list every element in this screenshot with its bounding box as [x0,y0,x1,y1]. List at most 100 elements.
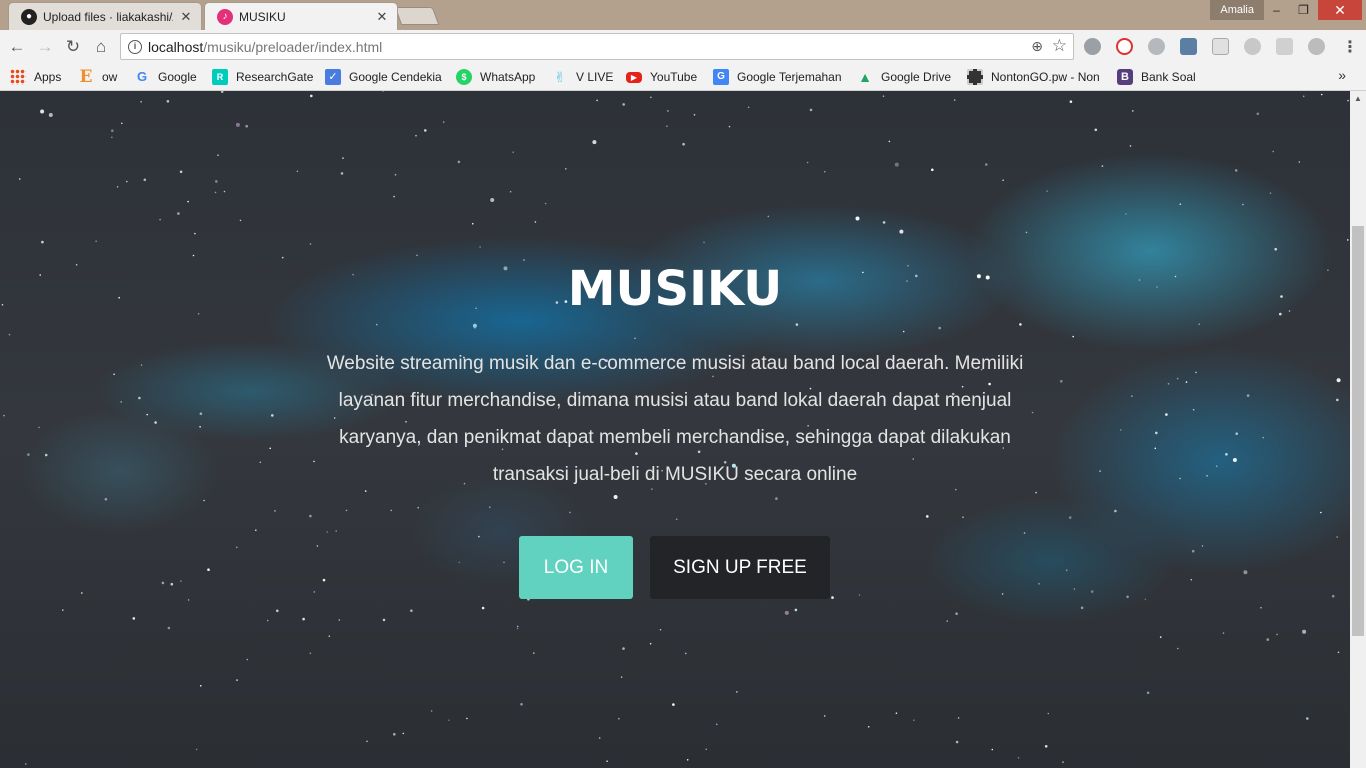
star-dot [269,447,272,450]
star-dot [1119,429,1122,431]
star-dot [736,691,738,693]
login-button[interactable]: LOG IN [519,536,633,599]
star-dot [902,330,905,333]
extension-icon[interactable] [1180,38,1197,55]
info-icon[interactable]: i [128,40,142,54]
star-dot [390,509,393,512]
star-dot [716,723,718,726]
bookmark-google[interactable]: G Google [134,68,197,86]
bookmark-vlive[interactable]: ✌ V LIVE [552,68,613,86]
close-tab-icon[interactable]: ✕ [375,9,389,24]
bookmark-label: V LIVE [576,70,614,84]
star-dot [544,202,547,205]
scroll-up-icon[interactable]: ▲ [1354,94,1362,103]
star-dot [271,414,274,417]
back-icon[interactable]: ← [7,37,27,57]
tab-upload-files[interactable]: ● Upload files · liakakashi/A ✕ [8,2,202,30]
bookmark-label: Google Drive [881,70,952,84]
bookmark-label: Bank Soal [1141,70,1196,84]
extension-icon[interactable] [1148,38,1165,55]
star-dot [1132,110,1134,112]
extension-icon[interactable] [1276,38,1293,55]
star-dot [1179,477,1181,480]
maximize-button[interactable]: ❐ [1290,0,1317,20]
star-dot [382,618,386,622]
bookmark-label: WhatsApp [480,70,536,84]
vlive-icon: ✌ [554,69,566,85]
extension-icon[interactable] [1244,38,1261,55]
star-dot [1336,536,1338,538]
bookmarks-overflow-icon[interactable]: » [1338,67,1346,83]
star-dot [3,414,5,417]
star-dot [824,170,826,173]
star-dot [1073,588,1076,590]
bookmark-apps[interactable]: Apps [10,68,61,86]
extension-icon[interactable] [1116,38,1133,55]
star-dot [1154,447,1157,450]
star-dot [316,545,319,547]
star-dot [534,221,537,223]
star-dot [215,180,218,183]
star-dot [882,95,885,97]
star-dot [622,647,625,650]
star-dot [170,582,174,586]
star-dot [223,190,226,193]
forward-icon[interactable]: → [35,37,55,57]
menu-icon[interactable]: ⋮ [1342,37,1358,57]
extension-icon[interactable] [1084,38,1101,55]
star-dot [622,103,625,106]
star-dot [1320,511,1322,514]
bookmark-ow[interactable]: E ow [78,68,118,86]
star-dot [747,106,750,109]
close-window-button[interactable]: ✕ [1318,0,1362,20]
signup-button[interactable]: SIGN UP FREE [650,536,830,599]
star-dot [448,719,450,721]
star-dot [938,326,941,330]
star-dot [1094,128,1098,132]
star-dot [126,180,128,183]
star-dot [867,726,870,728]
bookmark-whatsapp[interactable]: $ WhatsApp [456,68,535,86]
profile-button[interactable]: Amalia [1210,0,1264,20]
star-dot [666,125,668,127]
star-dot [1195,371,1197,374]
extension-icon[interactable] [1308,38,1325,55]
star-dot [424,129,427,132]
star-dot [309,652,312,655]
star-dot [888,140,891,143]
star-dot [1225,453,1228,456]
bookmark-youtube[interactable]: ▶ YouTube [626,68,697,86]
reload-icon[interactable]: ↻ [63,37,83,57]
star-dot [220,91,224,93]
star-dot [516,625,519,628]
star-dot [120,401,122,403]
star-dot [1144,598,1147,601]
star-dot [1256,112,1260,116]
zoom-icon[interactable]: ⊕ [1031,38,1043,55]
bookmark-google-cendekia[interactable]: ✓ Google Cendekia [325,68,442,86]
url-text[interactable]: localhost/musiku/preloader/index.html [148,39,382,55]
close-tab-icon[interactable]: ✕ [179,9,193,24]
bookmark-bank-soal[interactable]: B Bank Soal [1117,68,1196,86]
star-dot [345,509,348,512]
star-dot [1192,408,1195,411]
star-dot [809,108,813,112]
scrollbar-thumb[interactable] [1352,226,1364,636]
extension-icon[interactable] [1212,38,1229,55]
bookmark-researchgate[interactable]: R ResearchGate [212,68,313,86]
bookmark-star-icon[interactable]: ☆ [1052,36,1067,56]
star-dot [659,628,662,631]
tab-musiku[interactable]: ♪ MUSIKU ✕ [204,2,398,30]
star-dot [41,240,44,244]
new-tab-button[interactable] [394,7,440,25]
page-scrollbar[interactable]: ▲ [1350,91,1366,768]
bookmark-google-drive[interactable]: ▲ Google Drive [857,68,951,86]
bookmark-nontongo[interactable]: NontonGO.pw - Non [967,68,1103,86]
bookmark-google-terjemahan[interactable]: G Google Terjemahan [713,68,842,86]
star-dot [200,685,202,687]
address-bar[interactable]: i localhost/musiku/preloader/index.html … [120,33,1074,60]
minimize-button[interactable]: – [1263,0,1290,20]
star-dot [953,99,956,101]
home-icon[interactable]: ⌂ [91,37,111,57]
star-dot [199,426,201,428]
